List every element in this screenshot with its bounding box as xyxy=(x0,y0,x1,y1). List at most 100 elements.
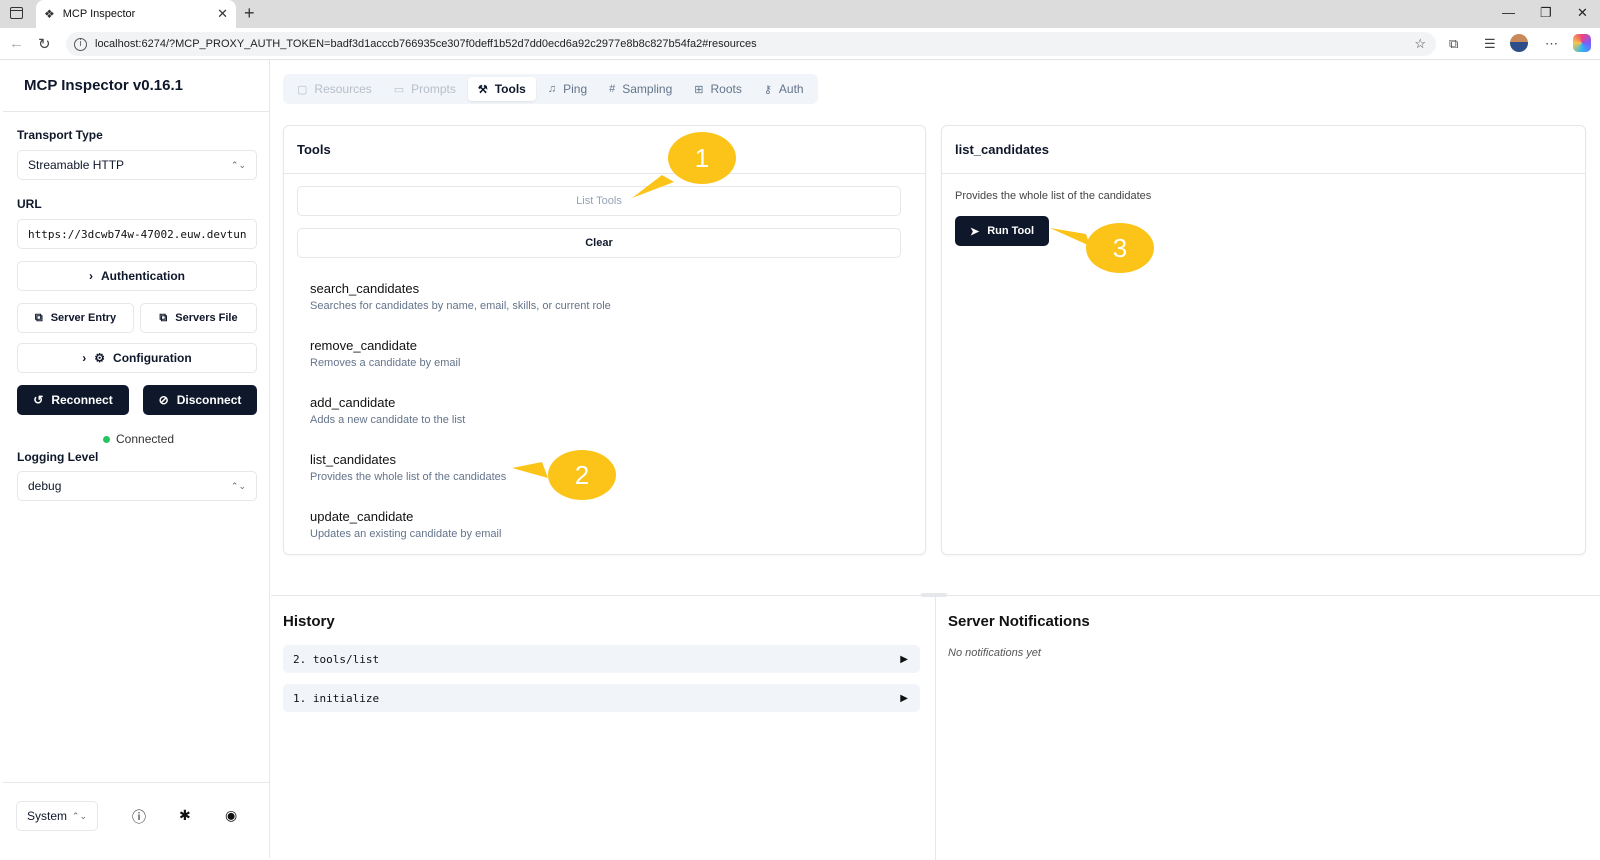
tab-tools[interactable]: ⚒ Tools xyxy=(467,77,536,101)
new-tab-icon[interactable]: + xyxy=(244,3,255,24)
tab-roots[interactable]: ⊞ Roots xyxy=(684,77,752,101)
history-item-label: 1. initialize xyxy=(293,691,380,705)
tool-item[interactable]: add_candidate Adds a new candidate to th… xyxy=(310,395,465,426)
chevron-right-icon: › xyxy=(89,269,93,283)
disconnect-label: Disconnect xyxy=(176,393,242,407)
tab-label: Roots xyxy=(710,82,742,96)
reconnect-label: Reconnect xyxy=(51,393,113,407)
rotate-icon: ↺ xyxy=(33,393,44,407)
status-text: Connected xyxy=(116,432,175,446)
tool-description: Adds a new candidate to the list xyxy=(310,414,466,426)
servers-file-button[interactable]: ⧉ Servers File xyxy=(140,303,257,333)
tool-item[interactable]: remove_candidate Removes a candidate by … xyxy=(310,338,460,369)
site-info-icon[interactable]: i xyxy=(74,37,87,51)
bell-icon: ♫ xyxy=(547,83,557,95)
history-item[interactable]: 1. initialize ▶ xyxy=(283,684,920,712)
clear-button[interactable]: Clear xyxy=(297,228,901,258)
tool-description: Provides the whole list of the candidate… xyxy=(310,471,507,483)
configuration-toggle[interactable]: › ⚙ Configuration xyxy=(17,343,257,373)
copy-icon: ⧉ xyxy=(34,311,43,324)
tool-description: Removes a candidate by email xyxy=(310,357,461,369)
tool-item[interactable]: search_candidates Searches for candidate… xyxy=(310,281,611,312)
url-text: localhost:6274/?MCP_PROXY_AUTH_TOKEN=bad… xyxy=(95,38,757,50)
tab-prompts[interactable]: ▭ Prompts xyxy=(384,77,466,101)
disconnect-button[interactable]: ⊘ Disconnect xyxy=(143,385,257,415)
resize-handle[interactable] xyxy=(921,593,947,597)
more-menu-icon[interactable]: ⋯ xyxy=(1545,36,1558,52)
logging-level-select[interactable]: debug ⌃⌄ xyxy=(17,471,257,501)
url-label: URL xyxy=(17,197,42,211)
tabs-list: ▢ Resources ▭ Prompts ⚒ Tools ♫ Ping # S… xyxy=(283,74,818,104)
callout-2-number: 2 xyxy=(574,459,590,490)
tools-card-title: Tools xyxy=(284,126,925,174)
url-field[interactable]: i localhost:6274/?MCP_PROXY_AUTH_TOKEN=b… xyxy=(66,32,1436,56)
unplug-icon: ⊘ xyxy=(158,393,169,407)
reconnect-button[interactable]: ↺ Reconnect xyxy=(17,385,129,415)
bug-icon[interactable]: ✱ xyxy=(179,807,191,824)
tab-actions-icon[interactable] xyxy=(10,7,23,19)
chevron-right-icon: › xyxy=(82,351,87,365)
callout-1-number: 1 xyxy=(694,142,710,173)
run-tool-button[interactable]: ➤ Run Tool xyxy=(955,216,1049,246)
profile-avatar[interactable] xyxy=(1510,34,1528,52)
favorite-star-icon[interactable]: ☆ xyxy=(1414,36,1426,52)
github-icon[interactable]: ◉ xyxy=(225,807,237,824)
key-icon: ⚷ xyxy=(763,83,772,96)
app-root: MCP Inspector v0.16.1 Transport Type Str… xyxy=(0,60,1600,860)
select-caret-icon: ⌃⌄ xyxy=(230,480,246,491)
send-icon: ➤ xyxy=(969,225,980,238)
tab-label: Sampling xyxy=(622,82,673,96)
transport-type-value: Streamable HTTP xyxy=(28,158,125,172)
minimize-icon[interactable]: — xyxy=(1502,5,1515,20)
server-entry-label: Server Entry xyxy=(50,312,117,324)
tab-ping[interactable]: ♫ Ping xyxy=(538,77,597,101)
tool-item-selected[interactable]: list_candidates Provides the whole list … xyxy=(310,452,506,483)
tab-auth[interactable]: ⚷ Auth xyxy=(754,77,814,101)
browser-tab[interactable]: ❖ MCP Inspector ✕ xyxy=(36,0,236,28)
close-tab-icon[interactable]: ✕ xyxy=(217,6,228,22)
back-icon[interactable]: ← xyxy=(9,35,24,52)
refresh-icon[interactable]: ↻ xyxy=(38,35,51,53)
hash-icon: # xyxy=(609,83,616,95)
tab-resources[interactable]: ▢ Resources xyxy=(287,77,382,101)
sidebar: MCP Inspector v0.16.1 Transport Type Str… xyxy=(3,60,270,858)
history-item-label: 2. tools/list xyxy=(293,652,380,666)
authentication-toggle[interactable]: › Authentication xyxy=(17,261,257,291)
notifications-title: Server Notifications xyxy=(948,613,1090,630)
browser-tab-title: MCP Inspector xyxy=(62,8,136,20)
callout-2-pointer xyxy=(512,462,548,478)
callout-3-number: 3 xyxy=(1112,232,1128,263)
tool-detail-description: Provides the whole list of the candidate… xyxy=(955,190,1152,202)
tool-description: Searches for candidates by name, email, … xyxy=(310,300,611,312)
tab-label: Tools xyxy=(494,82,526,96)
close-window-icon[interactable]: ✕ xyxy=(1577,5,1588,21)
sidebar-footer: System ⌃⌄ ⓘ ✱ ◉ xyxy=(3,782,269,858)
authentication-label: Authentication xyxy=(101,269,185,283)
theme-select[interactable]: System ⌃⌄ xyxy=(16,801,98,831)
list-tools-button[interactable]: List Tools xyxy=(297,186,901,216)
help-icon[interactable]: ⓘ xyxy=(132,807,146,827)
folder-tree-icon: ⊞ xyxy=(694,83,704,96)
server-entry-button[interactable]: ⧉ Server Entry xyxy=(17,303,134,333)
server-url-input[interactable] xyxy=(17,219,257,249)
tool-detail-card: list_candidates Provides the whole list … xyxy=(941,125,1586,555)
transport-type-select[interactable]: Streamable HTTP ⌃⌄ xyxy=(17,150,257,180)
restore-icon[interactable]: ❐ xyxy=(1540,5,1552,21)
tool-name: remove_candidate xyxy=(310,338,417,353)
theme-value: System xyxy=(27,809,68,823)
extensions-icon[interactable]: ⧉ xyxy=(1449,36,1458,52)
app-title: MCP Inspector v0.16.1 xyxy=(3,60,269,112)
message-icon: ▭ xyxy=(393,83,405,96)
configuration-label: Configuration xyxy=(113,351,192,365)
tool-detail-title: list_candidates xyxy=(942,126,1585,174)
servers-file-label: Servers File xyxy=(175,312,238,324)
history-item[interactable]: 2. tools/list ▶ xyxy=(283,645,920,673)
tab-sampling[interactable]: # Sampling xyxy=(599,77,682,101)
copilot-icon[interactable] xyxy=(1573,34,1591,52)
tab-label: Ping xyxy=(563,82,588,96)
logging-level-value: debug xyxy=(28,479,62,493)
favorites-icon[interactable]: ☰ xyxy=(1484,36,1496,52)
tab-label: Prompts xyxy=(411,82,456,96)
mcp-favicon-icon: ❖ xyxy=(44,7,55,21)
tool-item[interactable]: update_candidate Updates an existing can… xyxy=(310,509,501,540)
